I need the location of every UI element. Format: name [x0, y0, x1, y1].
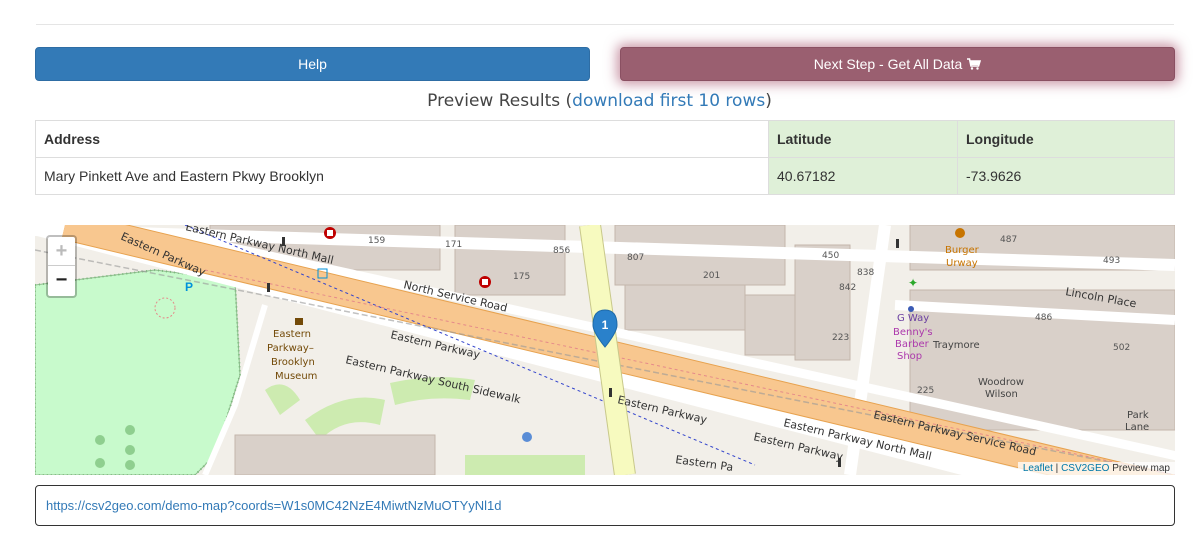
preview-suffix: )	[765, 91, 772, 111]
cell-address: Mary Pinkett Ave and Eastern Pkwy Brookl…	[35, 157, 769, 195]
traymore-label: Traymore	[932, 340, 980, 351]
museum-label-line2: Parkway–	[267, 343, 314, 354]
marker-label: 1	[602, 318, 609, 332]
help-button[interactable]: Help	[35, 47, 590, 81]
svg-text:P: P	[185, 280, 193, 294]
leaflet-link[interactable]: Leaflet	[1023, 463, 1053, 474]
csv2geo-link[interactable]: CSV2GEO	[1061, 463, 1109, 474]
house-number: 807	[627, 253, 644, 263]
gway-label: G Way	[897, 313, 929, 324]
fountain-icon	[522, 432, 532, 442]
svg-text:✦: ✦	[908, 276, 918, 290]
map-url-field[interactable]: https://csv2geo.com/demo-map?coords=W1s0…	[35, 485, 1175, 526]
cell-latitude: 40.67182	[768, 157, 958, 195]
park-lane-label-line1: Park	[1127, 410, 1149, 421]
benny-label-line2: Barber	[895, 339, 930, 350]
attribution-separator: |	[1052, 463, 1062, 474]
results-table: Address Latitude Longitude Mary Pinkett …	[35, 120, 1175, 195]
help-button-label: Help	[298, 56, 327, 72]
cell-longitude: -73.9626	[957, 157, 1175, 195]
shopping-cart-icon	[967, 58, 982, 70]
benny-label-line3: Shop	[897, 351, 922, 362]
burger-label-line1: Burger	[945, 245, 980, 256]
next-step-button[interactable]: Next Step - Get All Data	[620, 47, 1175, 81]
download-first-rows-link[interactable]: download first 10 rows	[572, 91, 765, 111]
house-number: 175	[513, 272, 530, 282]
header-longitude: Longitude	[957, 120, 1175, 158]
zoom-out-button[interactable]: −	[48, 266, 75, 295]
house-number: 159	[368, 236, 385, 246]
house-number: 856	[553, 246, 570, 256]
table-header-row: Address Latitude Longitude	[35, 120, 1175, 158]
house-number: 838	[857, 268, 874, 278]
house-number: 171	[445, 240, 462, 250]
next-step-button-label: Next Step - Get All Data	[813, 56, 963, 72]
top-divider	[36, 24, 1174, 25]
hospital-icon	[324, 227, 336, 239]
house-number: 486	[1035, 313, 1052, 323]
house-number: 223	[832, 333, 849, 343]
house-number: 487	[1000, 235, 1017, 245]
hospital-icon	[479, 276, 491, 288]
map-tiles[interactable]: Eastern Parkway Eastern Parkway North Ma…	[35, 225, 1175, 475]
woodrow-label-line2: Wilson	[985, 389, 1018, 400]
museum-label-line3: Brooklyn	[271, 357, 315, 368]
burger-icon	[955, 228, 965, 238]
header-address: Address	[35, 120, 769, 158]
table-row: Mary Pinkett Ave and Eastern Pkwy Brookl…	[35, 157, 1175, 195]
house-number: 450	[822, 251, 839, 261]
museum-label-line4: Museum	[275, 371, 317, 382]
parking-icon: P	[185, 280, 193, 294]
house-number: 225	[917, 386, 934, 396]
preview-map[interactable]: Eastern Parkway Eastern Parkway North Ma…	[35, 225, 1175, 475]
park-area	[35, 269, 241, 475]
house-number: 201	[703, 271, 720, 281]
runner-icon: ✦	[908, 276, 918, 290]
house-number: 842	[839, 283, 856, 293]
header-latitude: Latitude	[768, 120, 958, 158]
benny-label-line1: Benny's	[893, 327, 933, 338]
house-number: 502	[1113, 343, 1130, 353]
park-lane-label-line2: Lane	[1125, 422, 1149, 433]
preview-results-heading: Preview Results (download first 10 rows)	[0, 91, 1199, 113]
woodrow-label-line1: Woodrow	[978, 377, 1024, 388]
map-attribution: Leaflet | CSV2GEO Preview map	[1017, 462, 1175, 475]
shop-icon	[908, 306, 914, 312]
museum-icon	[295, 318, 303, 325]
museum-label-line1: Eastern	[273, 329, 311, 340]
zoom-control: + −	[46, 235, 77, 298]
burger-label-line2: Urway	[946, 258, 978, 269]
attribution-suffix: Preview map	[1109, 463, 1170, 474]
preview-prefix: Preview Results (	[427, 91, 573, 111]
zoom-in-button[interactable]: +	[48, 237, 75, 266]
map-url-text: https://csv2geo.com/demo-map?coords=W1s0…	[46, 498, 502, 513]
